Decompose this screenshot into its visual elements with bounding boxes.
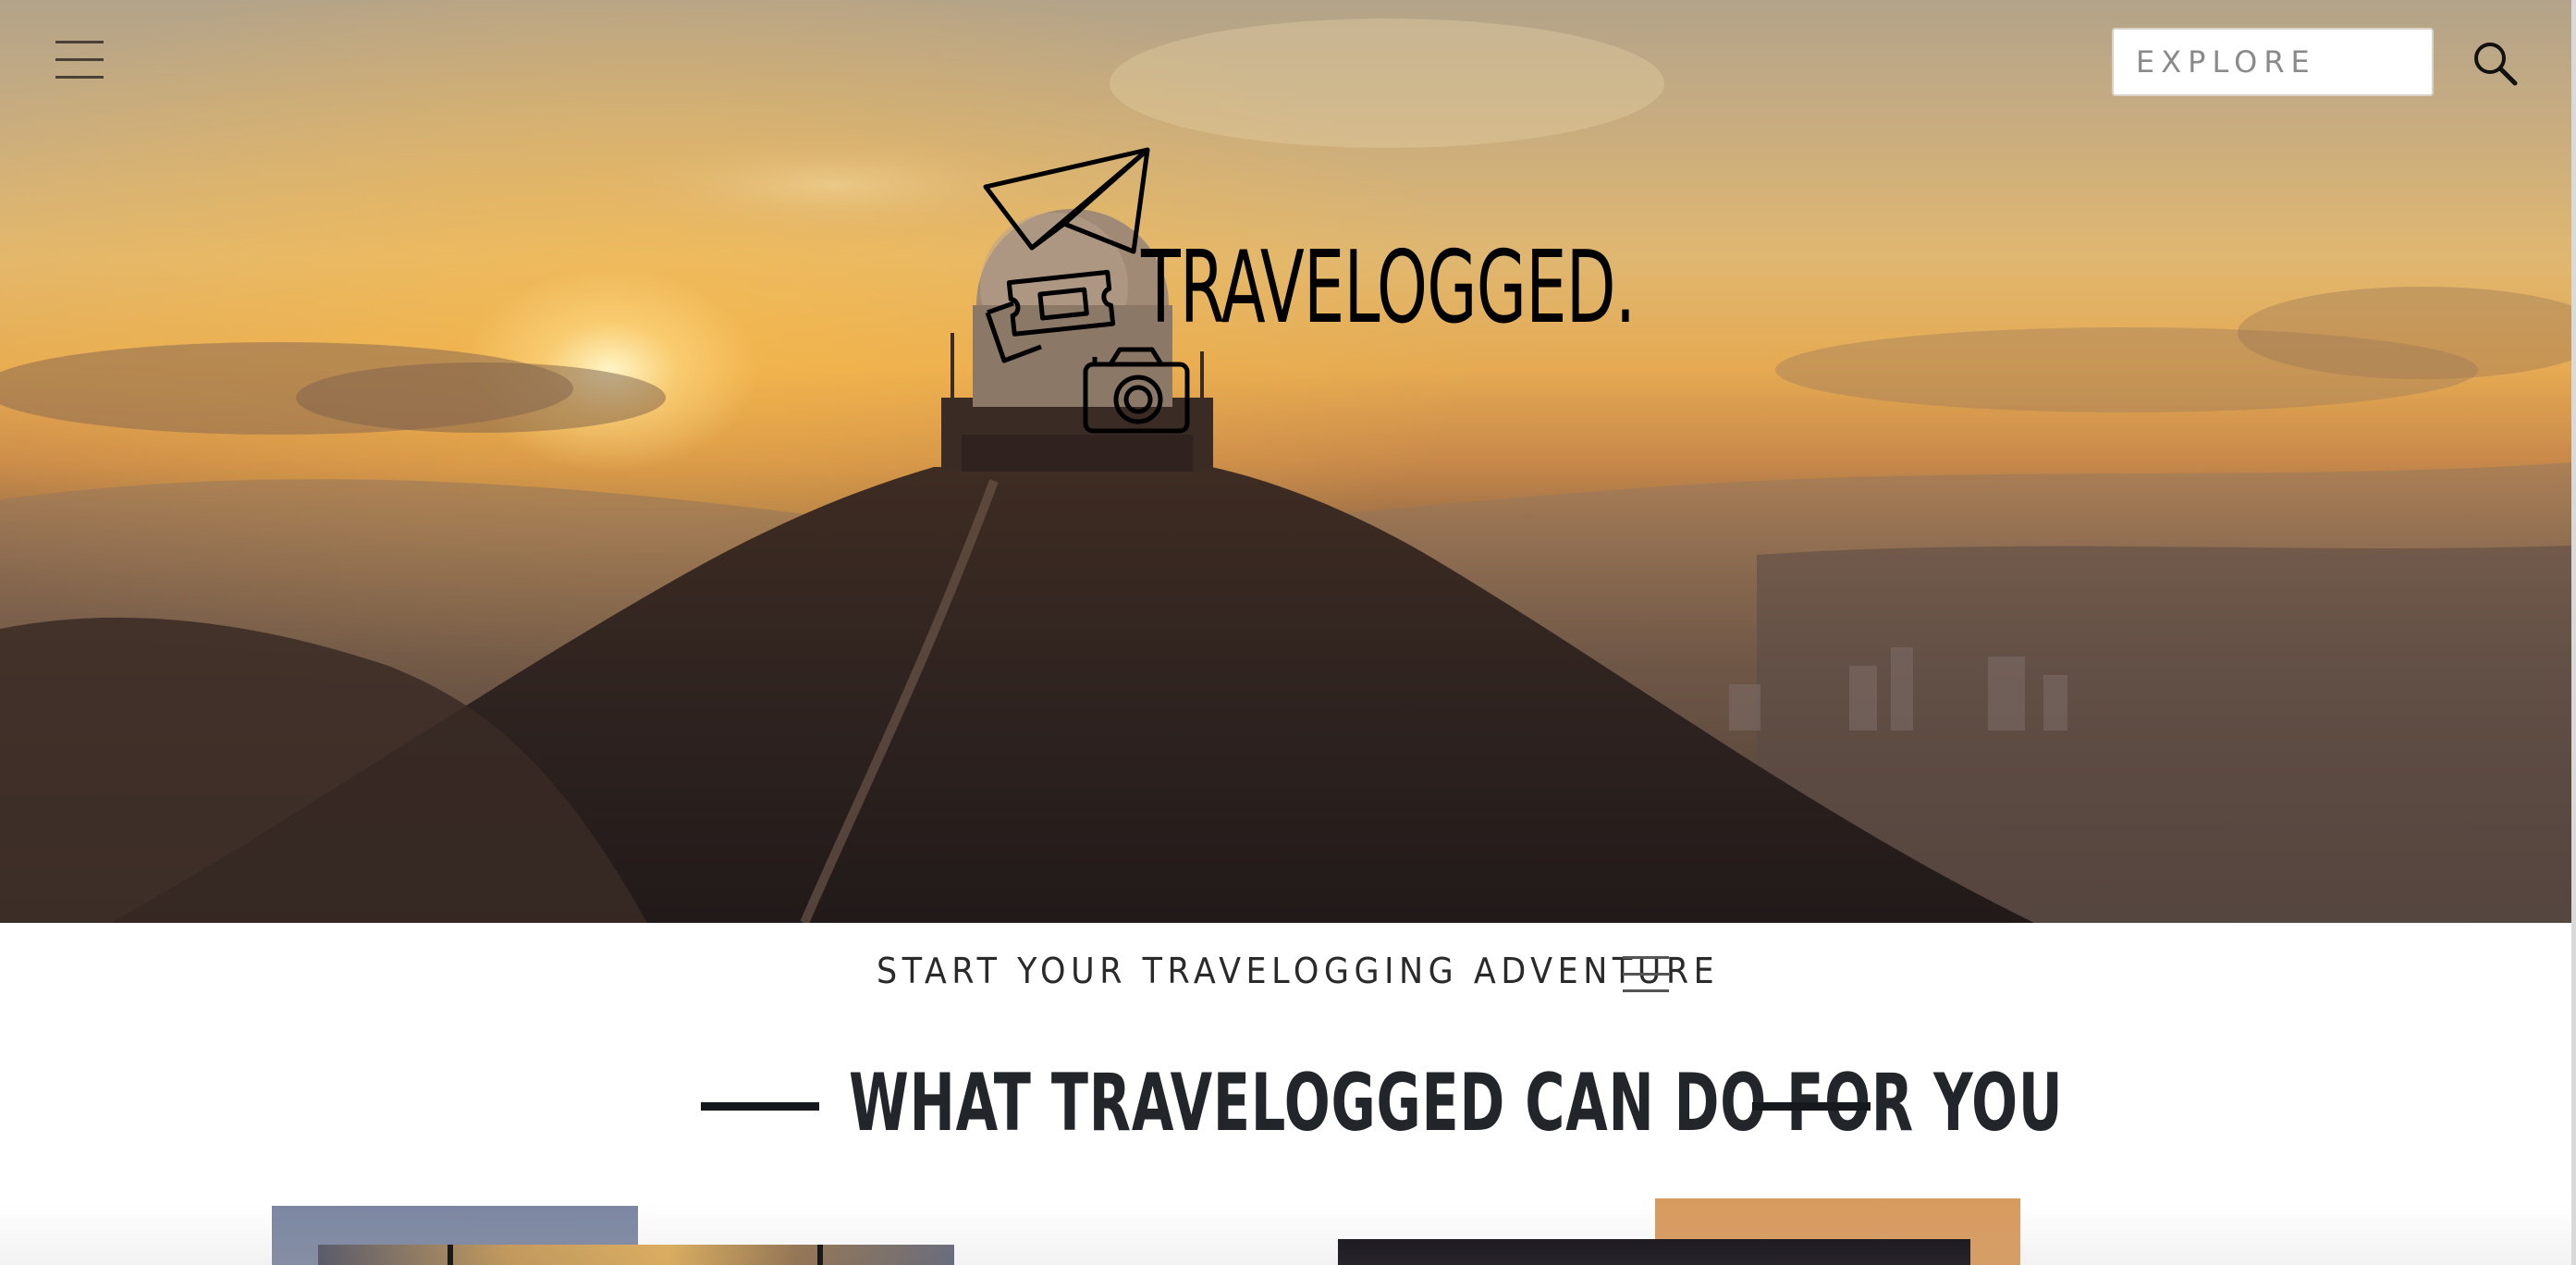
logo-wordmark: TRAVELOGGED. (1141, 230, 1636, 346)
page: TRAVELOGGED. START YOUR TRAVELOGGING ADV… (0, 0, 2576, 1265)
feature-image-front-left[interactable] (318, 1245, 954, 1265)
heading-rule-left (701, 1102, 819, 1111)
hamburger-menu-icon[interactable] (55, 41, 104, 80)
scrollbar-track[interactable] (2571, 0, 2576, 1265)
feature-image-front-right[interactable] (1338, 1239, 1970, 1265)
start-adventure-link[interactable]: START YOUR TRAVELOGGING ADVENTURE (877, 951, 1719, 991)
search-icon[interactable] (2471, 39, 2519, 87)
hero-banner: TRAVELOGGED. (0, 0, 2571, 923)
travelogged-logo[interactable]: TRAVELOGGED. (976, 139, 1636, 444)
section-title: WHAT TRAVELOGGED CAN DO FOR YOU (849, 1057, 2064, 1149)
camera-icon (1083, 347, 1190, 434)
sub-navigation-bar: START YOUR TRAVELOGGING ADVENTURE (0, 923, 2571, 1025)
ticket-icon (985, 269, 1116, 363)
explore-search-input[interactable] (2112, 28, 2434, 96)
subnav-menu-icon[interactable] (1623, 956, 1669, 993)
heading-rule-right (1752, 1102, 1871, 1111)
section-heading: WHAT TRAVELOGGED CAN DO FOR YOU (0, 1063, 2571, 1165)
paper-plane-icon (983, 147, 1150, 254)
